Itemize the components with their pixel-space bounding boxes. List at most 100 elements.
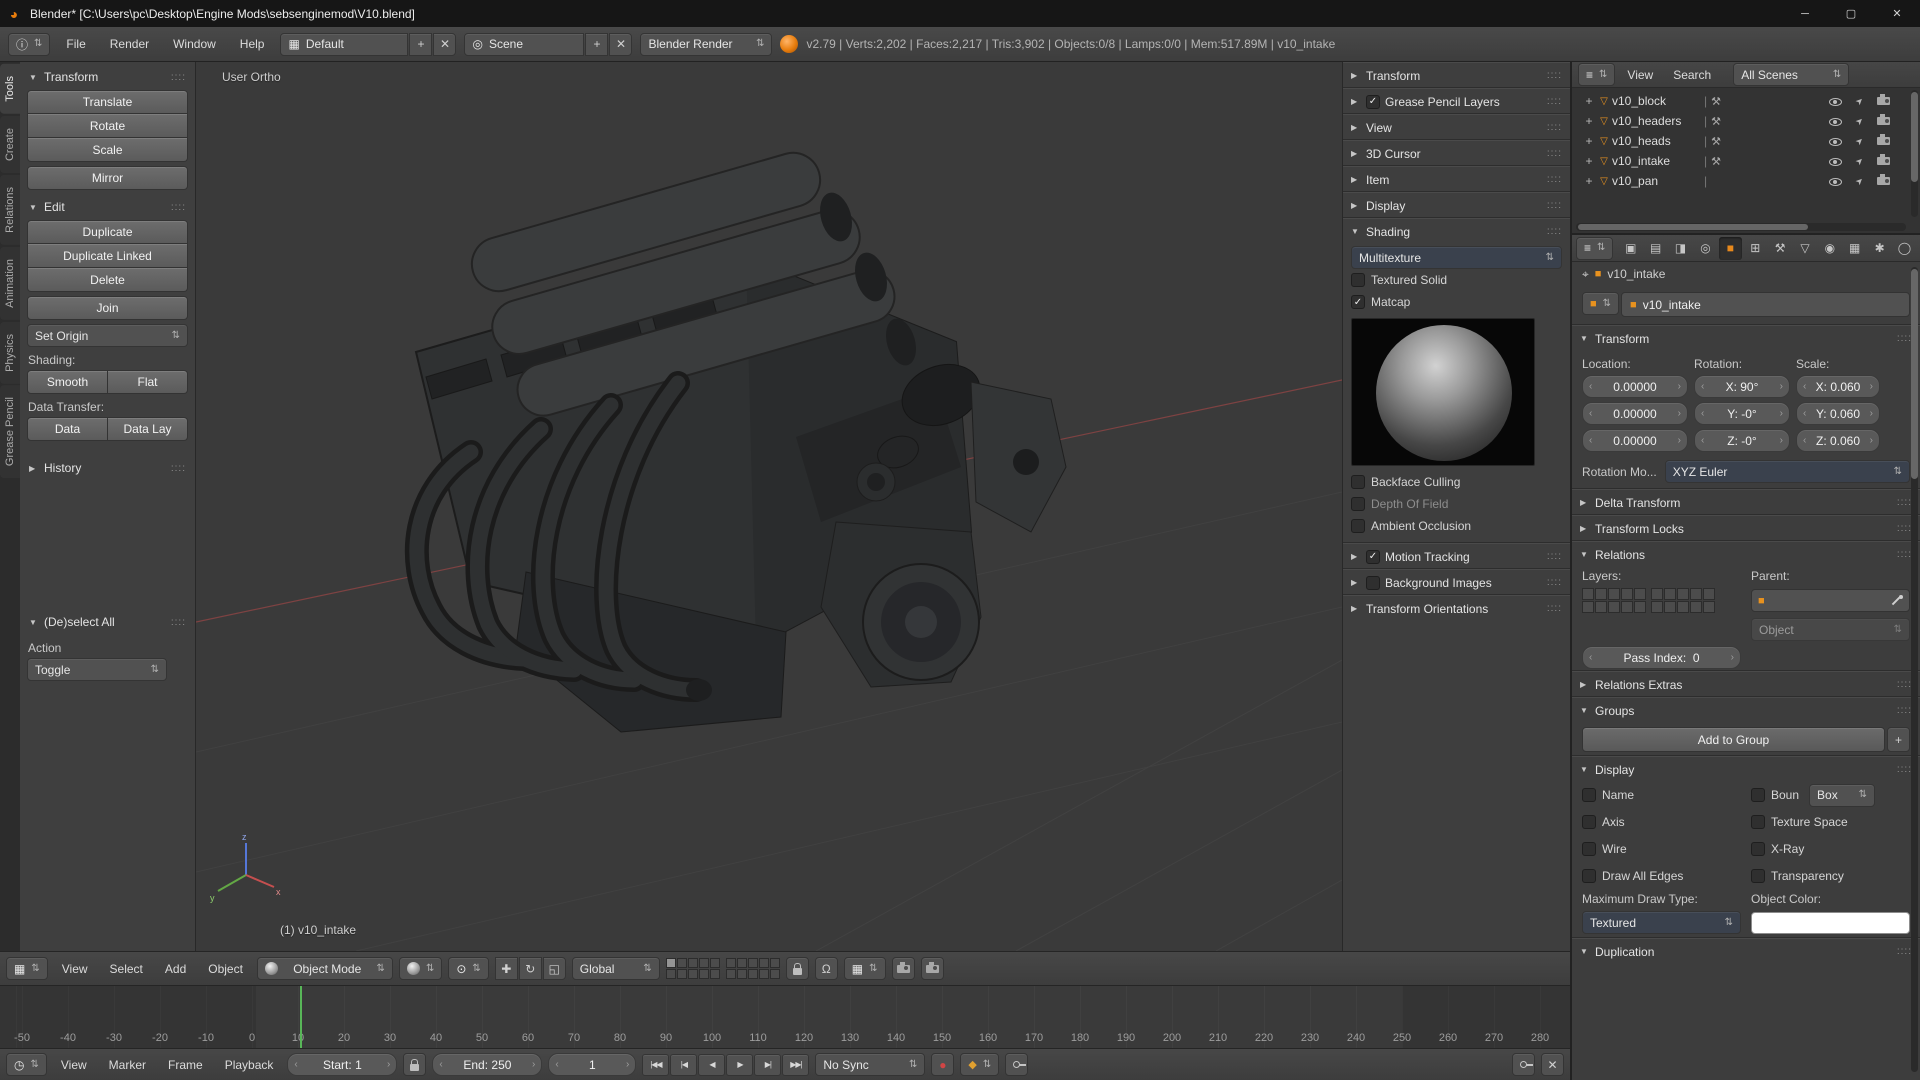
ambient-occlusion-checkbox-row[interactable]: Ambient Occlusion: [1351, 515, 1562, 537]
add-to-group-button[interactable]: Add to Group: [1582, 727, 1885, 752]
expand-icon[interactable]: +: [1582, 154, 1596, 168]
panel-header-display[interactable]: ▼ Display ::::: [1572, 756, 1920, 782]
layer-cell[interactable]: [1664, 588, 1676, 600]
panel-header-npanel-transform[interactable]: ▶ Transform ::::: [1343, 62, 1570, 88]
duplicate-linked-button[interactable]: Duplicate Linked: [27, 244, 188, 268]
mirror-button[interactable]: Mirror: [27, 166, 188, 190]
textured-solid-checkbox-row[interactable]: Textured Solid: [1351, 269, 1562, 291]
panel-header-transform[interactable]: ▼ Transform ::::: [27, 64, 188, 90]
panel-grip-icon[interactable]: ::::: [1897, 679, 1912, 690]
collapse-icon[interactable]: ▼: [1351, 227, 1361, 236]
screen-layout-dropdown[interactable]: ▦ Default: [280, 33, 408, 56]
current-frame-indicator[interactable]: [300, 986, 302, 1048]
panel-grip-icon[interactable]: ::::: [1547, 226, 1562, 237]
outliner-view-menu[interactable]: View: [1619, 68, 1661, 82]
renderability-toggle[interactable]: [1877, 137, 1890, 145]
shade-smooth-button[interactable]: Smooth: [27, 370, 108, 394]
layer-cell[interactable]: [726, 969, 736, 979]
outliner-row-v10-intake[interactable]: + ▽ v10_intake | ⚒ ➤: [1572, 151, 1920, 171]
rotate-manipulator-button[interactable]: ↻: [519, 957, 542, 980]
layer-cell[interactable]: [699, 958, 709, 968]
expand-icon[interactable]: ▶: [1351, 175, 1361, 184]
pin-icon[interactable]: ⌖: [1582, 267, 1589, 282]
parent-field[interactable]: ■: [1751, 589, 1910, 612]
backface-culling-checkbox-row[interactable]: Backface Culling: [1351, 471, 1562, 493]
panel-grip-icon[interactable]: ::::: [1897, 705, 1912, 716]
layer-cell[interactable]: [677, 969, 687, 979]
outliner-editor-type-button[interactable]: ≡ ⇅: [1578, 63, 1615, 86]
expand-icon[interactable]: ▶: [1351, 71, 1361, 80]
panel-grip-icon[interactable]: ::::: [1547, 603, 1562, 614]
renderability-toggle[interactable]: [1877, 117, 1890, 125]
transparency-checkbox[interactable]: [1751, 869, 1765, 883]
layer-cell[interactable]: [1595, 601, 1607, 613]
previous-keyframe-button[interactable]: |◀: [670, 1054, 697, 1076]
visibility-toggle[interactable]: [1829, 115, 1842, 128]
layer-cell[interactable]: [1608, 588, 1620, 600]
object-name[interactable]: v10_intake: [1612, 154, 1700, 168]
layer-cell[interactable]: [1595, 588, 1607, 600]
viewport-view-menu[interactable]: View: [54, 962, 96, 976]
panel-header-edit[interactable]: ▼ Edit ::::: [27, 194, 188, 220]
properties-vertical-scrollbar[interactable]: [1911, 267, 1918, 1072]
sync-mode-dropdown[interactable]: No Sync ⇅: [815, 1053, 925, 1076]
layer-cell[interactable]: [737, 958, 747, 968]
layer-cell[interactable]: [1677, 601, 1689, 613]
transform-orientation-dropdown[interactable]: Global ⇅: [572, 957, 660, 980]
wire-checkbox-row[interactable]: Wire: [1582, 838, 1741, 860]
bounds-checkbox-row[interactable]: Boun Box ⇅: [1751, 784, 1910, 806]
new-group-button[interactable]: +: [1887, 727, 1910, 752]
layer-cell[interactable]: [710, 958, 720, 968]
viewport-add-menu[interactable]: Add: [157, 962, 194, 976]
panel-grip-icon[interactable]: ::::: [171, 202, 186, 213]
snap-element-dropdown[interactable]: ▦ ⇅: [844, 957, 886, 980]
layer-cell[interactable]: [1664, 601, 1676, 613]
expand-icon[interactable]: ▶: [1351, 201, 1361, 210]
texture-space-checkbox[interactable]: [1751, 815, 1765, 829]
layer-cell[interactable]: [677, 958, 687, 968]
expand-icon[interactable]: ▶: [1351, 97, 1361, 106]
panel-grip-icon[interactable]: ::::: [1897, 946, 1912, 957]
scrollbar-thumb[interactable]: [1911, 92, 1918, 182]
jump-to-end-button[interactable]: ▶▶|: [782, 1054, 809, 1076]
expand-icon[interactable]: ▶: [1580, 524, 1590, 533]
delete-scene-button[interactable]: ✕: [609, 33, 632, 56]
layer-cell[interactable]: [1703, 601, 1715, 613]
background-images-checkbox[interactable]: [1366, 576, 1380, 590]
object-name[interactable]: v10_pan: [1612, 174, 1700, 188]
layer-cell[interactable]: [1651, 601, 1663, 613]
grease-pencil-checkbox[interactable]: ✓: [1366, 95, 1380, 109]
matcap-checkbox[interactable]: ✓: [1351, 295, 1365, 309]
panel-grip-icon[interactable]: ::::: [1547, 148, 1562, 159]
layer-cell[interactable]: [726, 958, 736, 968]
panel-grip-icon[interactable]: ::::: [1547, 200, 1562, 211]
layer-cell[interactable]: [1690, 601, 1702, 613]
scrollbar-thumb[interactable]: [1578, 224, 1808, 230]
duplicate-button[interactable]: Duplicate: [27, 220, 188, 244]
timeline-view-menu[interactable]: View: [53, 1058, 95, 1072]
selectability-toggle[interactable]: ➤: [1854, 134, 1867, 147]
add-screen-layout-button[interactable]: +: [409, 33, 432, 56]
layer-cell[interactable]: [770, 969, 780, 979]
mode-dropdown[interactable]: Object Mode ⇅: [257, 957, 393, 980]
tab-relations[interactable]: Relations: [0, 175, 20, 245]
set-origin-dropdown[interactable]: Set Origin ⇅: [27, 324, 188, 347]
tab-tools[interactable]: Tools: [0, 64, 20, 114]
panel-grip-icon[interactable]: ::::: [171, 463, 186, 474]
tab-material[interactable]: ◉: [1818, 237, 1841, 260]
layer-cell[interactable]: [1703, 588, 1715, 600]
texture-space-checkbox-row[interactable]: Texture Space: [1751, 811, 1910, 833]
panel-header-duplication[interactable]: ▼ Duplication ::::: [1572, 938, 1920, 964]
shade-flat-button[interactable]: Flat: [108, 370, 188, 394]
viewport-object-menu[interactable]: Object: [200, 962, 251, 976]
scale-z-field[interactable]: ‹Z: 0.060›: [1796, 429, 1880, 452]
outliner-horizontal-scrollbar[interactable]: [1576, 223, 1906, 231]
panel-grip-icon[interactable]: ::::: [171, 72, 186, 83]
panel-header-deselect-all[interactable]: ▼ (De)select All ::::: [27, 609, 188, 635]
draw-all-edges-checkbox-row[interactable]: Draw All Edges: [1582, 865, 1741, 887]
translate-button[interactable]: Translate: [27, 90, 188, 114]
motion-tracking-checkbox[interactable]: ✓: [1366, 550, 1380, 564]
expand-icon[interactable]: ▶: [1351, 123, 1361, 132]
tab-texture[interactable]: ▦: [1843, 237, 1866, 260]
keying-set-add-button[interactable]: [1512, 1053, 1535, 1076]
